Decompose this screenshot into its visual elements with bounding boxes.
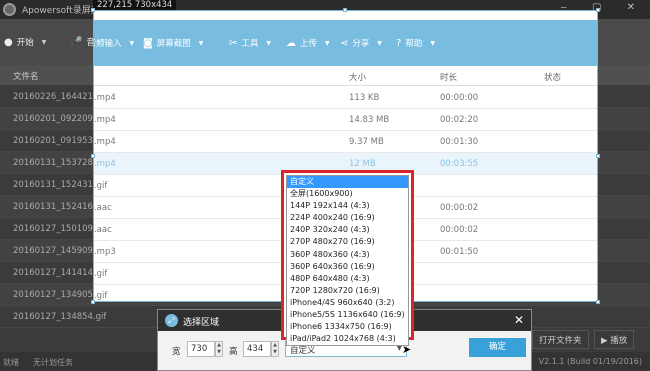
resize-handle[interactable] bbox=[596, 8, 600, 12]
cell-name: 20160127_134905.gif bbox=[93, 291, 108, 301]
width-label: 宽 bbox=[172, 347, 181, 357]
chevron-down-icon: ▼ bbox=[430, 39, 435, 47]
status-task: 无计划任务 bbox=[33, 358, 73, 367]
app-title: Apowersoft录屏王 bbox=[22, 6, 100, 16]
column-header-name[interactable]: 文件名 bbox=[13, 70, 39, 82]
cell-duration: 00:00:00 bbox=[440, 93, 479, 103]
cell-name: 20160226_164421.mp4 bbox=[93, 93, 116, 103]
dropdown-option[interactable]: 240P 320x240 (4:3) bbox=[287, 224, 408, 236]
share-icon: ⋖ bbox=[340, 37, 349, 49]
cloud-upload-icon: ☁ bbox=[286, 37, 296, 49]
height-label: 高 bbox=[229, 347, 238, 357]
chevron-down-icon: ▼ bbox=[198, 39, 204, 47]
cell-name: 20160127_134854.gif bbox=[13, 312, 107, 322]
help-icon: ? bbox=[396, 37, 402, 49]
dropdown-option[interactable]: 480P 640x480 (4:3) bbox=[287, 273, 408, 285]
table-row: 20160201_091953.mp4 9.37 MB 00:01:30 bbox=[93, 131, 597, 153]
open-folder-button[interactable]: 打开文件夹 bbox=[532, 330, 589, 349]
microphone-icon: 🎤 bbox=[70, 36, 83, 48]
resize-handle[interactable] bbox=[91, 154, 95, 158]
dropdown-option[interactable]: iPad/iPad2 1024x768 (4:3) bbox=[287, 333, 408, 345]
dropdown-option[interactable]: 720P 1280x720 (16:9) bbox=[287, 285, 408, 297]
dropdown-option[interactable]: iPhone6 1334x750 (16:9) bbox=[287, 321, 408, 333]
cell-name: 20160201_091953.mp4 bbox=[93, 137, 116, 147]
cell-size: 12 MB bbox=[349, 159, 376, 169]
table-row: 20160226_164421.mp4 113 KB 00:00:00 bbox=[93, 87, 597, 109]
dropdown-option[interactable]: 360P 480x360 (4:3) bbox=[287, 249, 408, 261]
width-input[interactable] bbox=[187, 341, 215, 357]
dropdown-option[interactable]: iPhone5/5S 1136x640 (16:9) bbox=[287, 309, 408, 321]
cell-size: 113 KB bbox=[349, 93, 380, 103]
app-logo-icon bbox=[3, 3, 16, 16]
camera-icon: ◙ bbox=[143, 37, 153, 49]
version-label: V2.1.1 (Build 01/19/2016) bbox=[538, 357, 642, 366]
resize-handle[interactable] bbox=[343, 8, 347, 12]
cell-name: 20160201_092209.mp4 bbox=[93, 115, 116, 125]
height-input[interactable] bbox=[243, 341, 271, 357]
ok-button[interactable]: 确定 bbox=[469, 338, 526, 357]
cell-duration: 00:03:55 bbox=[440, 159, 479, 169]
dropdown-option[interactable]: iPhone4/4S 960x640 (3:2) bbox=[287, 297, 408, 309]
cell-duration: 00:01:50 bbox=[440, 247, 479, 257]
resize-handle[interactable] bbox=[91, 8, 95, 12]
cell-size: 14.83 MB bbox=[349, 115, 390, 125]
dropdown-option[interactable]: 224P 400x240 (16:9) bbox=[287, 212, 408, 224]
play-button[interactable]: ▶ 播放 bbox=[594, 330, 635, 349]
cell-name: 20160131_152431.gif bbox=[93, 181, 108, 191]
chevron-down-icon: ▼ bbox=[41, 38, 47, 46]
cell-duration: 00:02:20 bbox=[440, 115, 479, 125]
height-stepper[interactable]: ▲ ▼ bbox=[271, 341, 279, 357]
record-icon: ● bbox=[4, 36, 13, 48]
cell-name: 20160127_145909.mp3 bbox=[93, 247, 116, 257]
cell-size: 9.37 MB bbox=[349, 137, 384, 147]
width-stepper[interactable]: ▲ ▼ bbox=[215, 341, 223, 357]
resize-handle[interactable] bbox=[596, 300, 600, 304]
start-record-button[interactable]: ● 开始 ▼ bbox=[4, 35, 46, 49]
cell-name: 20160131_153728.mp4 bbox=[93, 159, 116, 169]
cell-name: 20160131_152416.aac bbox=[93, 203, 112, 213]
cell-name: 20160127_150109.aac bbox=[93, 225, 112, 235]
close-icon[interactable]: ✕ bbox=[514, 313, 524, 327]
dropdown-option[interactable]: 360P 640x360 (16:9) bbox=[287, 261, 408, 273]
dropdown-option[interactable]: 270P 480x270 (16:9) bbox=[287, 236, 408, 248]
preset-dropdown: 自定义 全屏(1600x900) 144P 192x144 (4:3) 224P 40… bbox=[281, 170, 414, 347]
cell-duration: 00:00:02 bbox=[440, 203, 479, 213]
tools-icon: ✂ bbox=[229, 37, 238, 49]
resize-handle[interactable] bbox=[91, 300, 95, 304]
cell-duration: 00:01:30 bbox=[440, 137, 479, 147]
selection-coordinates: 227,215 730x434 bbox=[93, 0, 177, 10]
preset-options-list: 自定义 全屏(1600x900) 144P 192x144 (4:3) 224P 40… bbox=[286, 175, 409, 347]
dropdown-option[interactable]: 自定义 bbox=[287, 176, 408, 189]
chevron-down-icon: ▼ bbox=[377, 39, 383, 47]
chevron-down-icon: ▼ bbox=[325, 39, 330, 47]
dropdown-option[interactable]: 全屏(1600x900) bbox=[287, 188, 408, 200]
dialog-title: 选择区域 bbox=[183, 318, 220, 328]
chevron-down-icon: ▼ bbox=[129, 39, 135, 47]
resize-handle[interactable] bbox=[596, 154, 600, 158]
table-row: 20160201_092209.mp4 14.83 MB 00:02:20 bbox=[93, 109, 597, 131]
dropdown-option[interactable]: 144P 192x144 (4:3) bbox=[287, 200, 408, 212]
chevron-down-icon: ▼ bbox=[266, 39, 272, 47]
cell-name: 20160127_141414.gif bbox=[93, 269, 108, 279]
status-ready: 就绪 bbox=[3, 358, 19, 367]
region-toolbar: 🎤音频输入▼ ◙屏幕截图▼ ✂工具▼ ☁上传▼ ⋖分享▼ ?帮助▼ bbox=[94, 20, 597, 66]
mouse-cursor-icon: ➤ bbox=[402, 343, 412, 356]
region-select-icon: ⤢ bbox=[165, 314, 178, 327]
cell-duration: 00:00:02 bbox=[440, 225, 479, 235]
